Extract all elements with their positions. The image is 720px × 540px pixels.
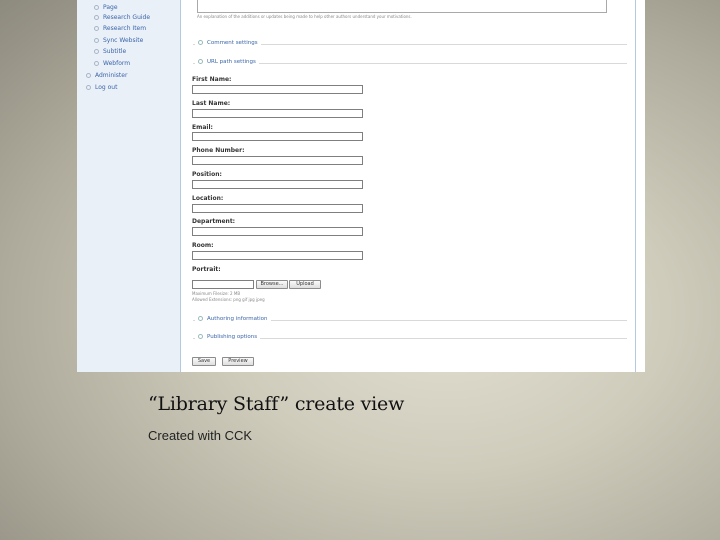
location-input[interactable] <box>192 204 363 213</box>
screenshot-frame: Page Research Guide Research Item Sync W… <box>77 0 645 372</box>
room-label: Room: <box>192 242 214 249</box>
portrait-label: Portrait: <box>192 266 221 273</box>
authoring-information-legend[interactable]: Authoring information <box>195 316 271 323</box>
portrait-file-input[interactable] <box>192 280 254 289</box>
content-right-border <box>635 0 636 372</box>
sidebar-item-subtitle[interactable]: Subtitle <box>94 48 126 55</box>
comment-settings-legend[interactable]: Comment settings <box>195 40 261 47</box>
collapse-icon <box>198 334 203 339</box>
upload-button[interactable]: Upload <box>289 280 321 289</box>
bullet-icon <box>94 38 99 43</box>
slide-title: “Library Staff” create view <box>148 393 405 415</box>
sidebar-item-research-guide[interactable]: Research Guide <box>94 14 150 21</box>
room-input[interactable] <box>192 251 363 260</box>
log-message-textarea[interactable] <box>197 0 607 13</box>
sidebar-item-sync-website[interactable]: Sync Website <box>94 37 143 44</box>
bullet-icon <box>94 61 99 66</box>
save-button[interactable]: Save <box>192 357 216 366</box>
bullet-icon <box>94 15 99 20</box>
sidebar-item-logout[interactable]: Log out <box>86 84 117 91</box>
bullet-icon <box>94 5 99 10</box>
portrait-help-extensions: Allowed Extensions: png gif jpg jpeg <box>192 297 265 302</box>
location-label: Location: <box>192 195 224 202</box>
bullet-icon <box>86 85 91 90</box>
collapse-icon <box>198 316 203 321</box>
bullet-icon <box>94 49 99 54</box>
log-help-text: An explanation of the additions or updat… <box>197 14 412 19</box>
node-form: An explanation of the additions or updat… <box>181 0 645 372</box>
slide-subtitle: Created with CCK <box>148 428 253 443</box>
sidebar-item-administer[interactable]: Administer <box>86 72 127 79</box>
browse-button[interactable]: Browse... <box>256 280 288 289</box>
sidebar-item-webform[interactable]: Webform <box>94 60 130 67</box>
department-input[interactable] <box>192 227 363 236</box>
publishing-options-legend[interactable]: Publishing options <box>195 334 261 341</box>
collapse-icon <box>198 40 203 45</box>
position-input[interactable] <box>192 180 363 189</box>
sidebar-item-research-item[interactable]: Research Item <box>94 25 146 32</box>
sidebar-item-page[interactable]: Page <box>94 4 118 11</box>
first-name-input[interactable] <box>192 85 363 94</box>
url-path-settings-legend[interactable]: URL path settings <box>195 59 259 66</box>
last-name-label: Last Name: <box>192 100 231 107</box>
position-label: Position: <box>192 171 222 178</box>
bullet-icon <box>86 73 91 78</box>
bullet-icon <box>94 26 99 31</box>
portrait-help-filesize: Maximum Filesize: 2 MB <box>192 291 241 296</box>
email-label: Email: <box>192 124 213 131</box>
department-label: Department: <box>192 218 236 225</box>
phone-number-label: Phone Number: <box>192 147 245 154</box>
last-name-input[interactable] <box>192 109 363 118</box>
first-name-label: First Name: <box>192 76 232 83</box>
phone-number-input[interactable] <box>192 156 363 165</box>
preview-button[interactable]: Preview <box>222 357 254 366</box>
email-input[interactable] <box>192 132 363 141</box>
sidebar: Page Research Guide Research Item Sync W… <box>77 0 181 372</box>
collapse-icon <box>198 59 203 64</box>
